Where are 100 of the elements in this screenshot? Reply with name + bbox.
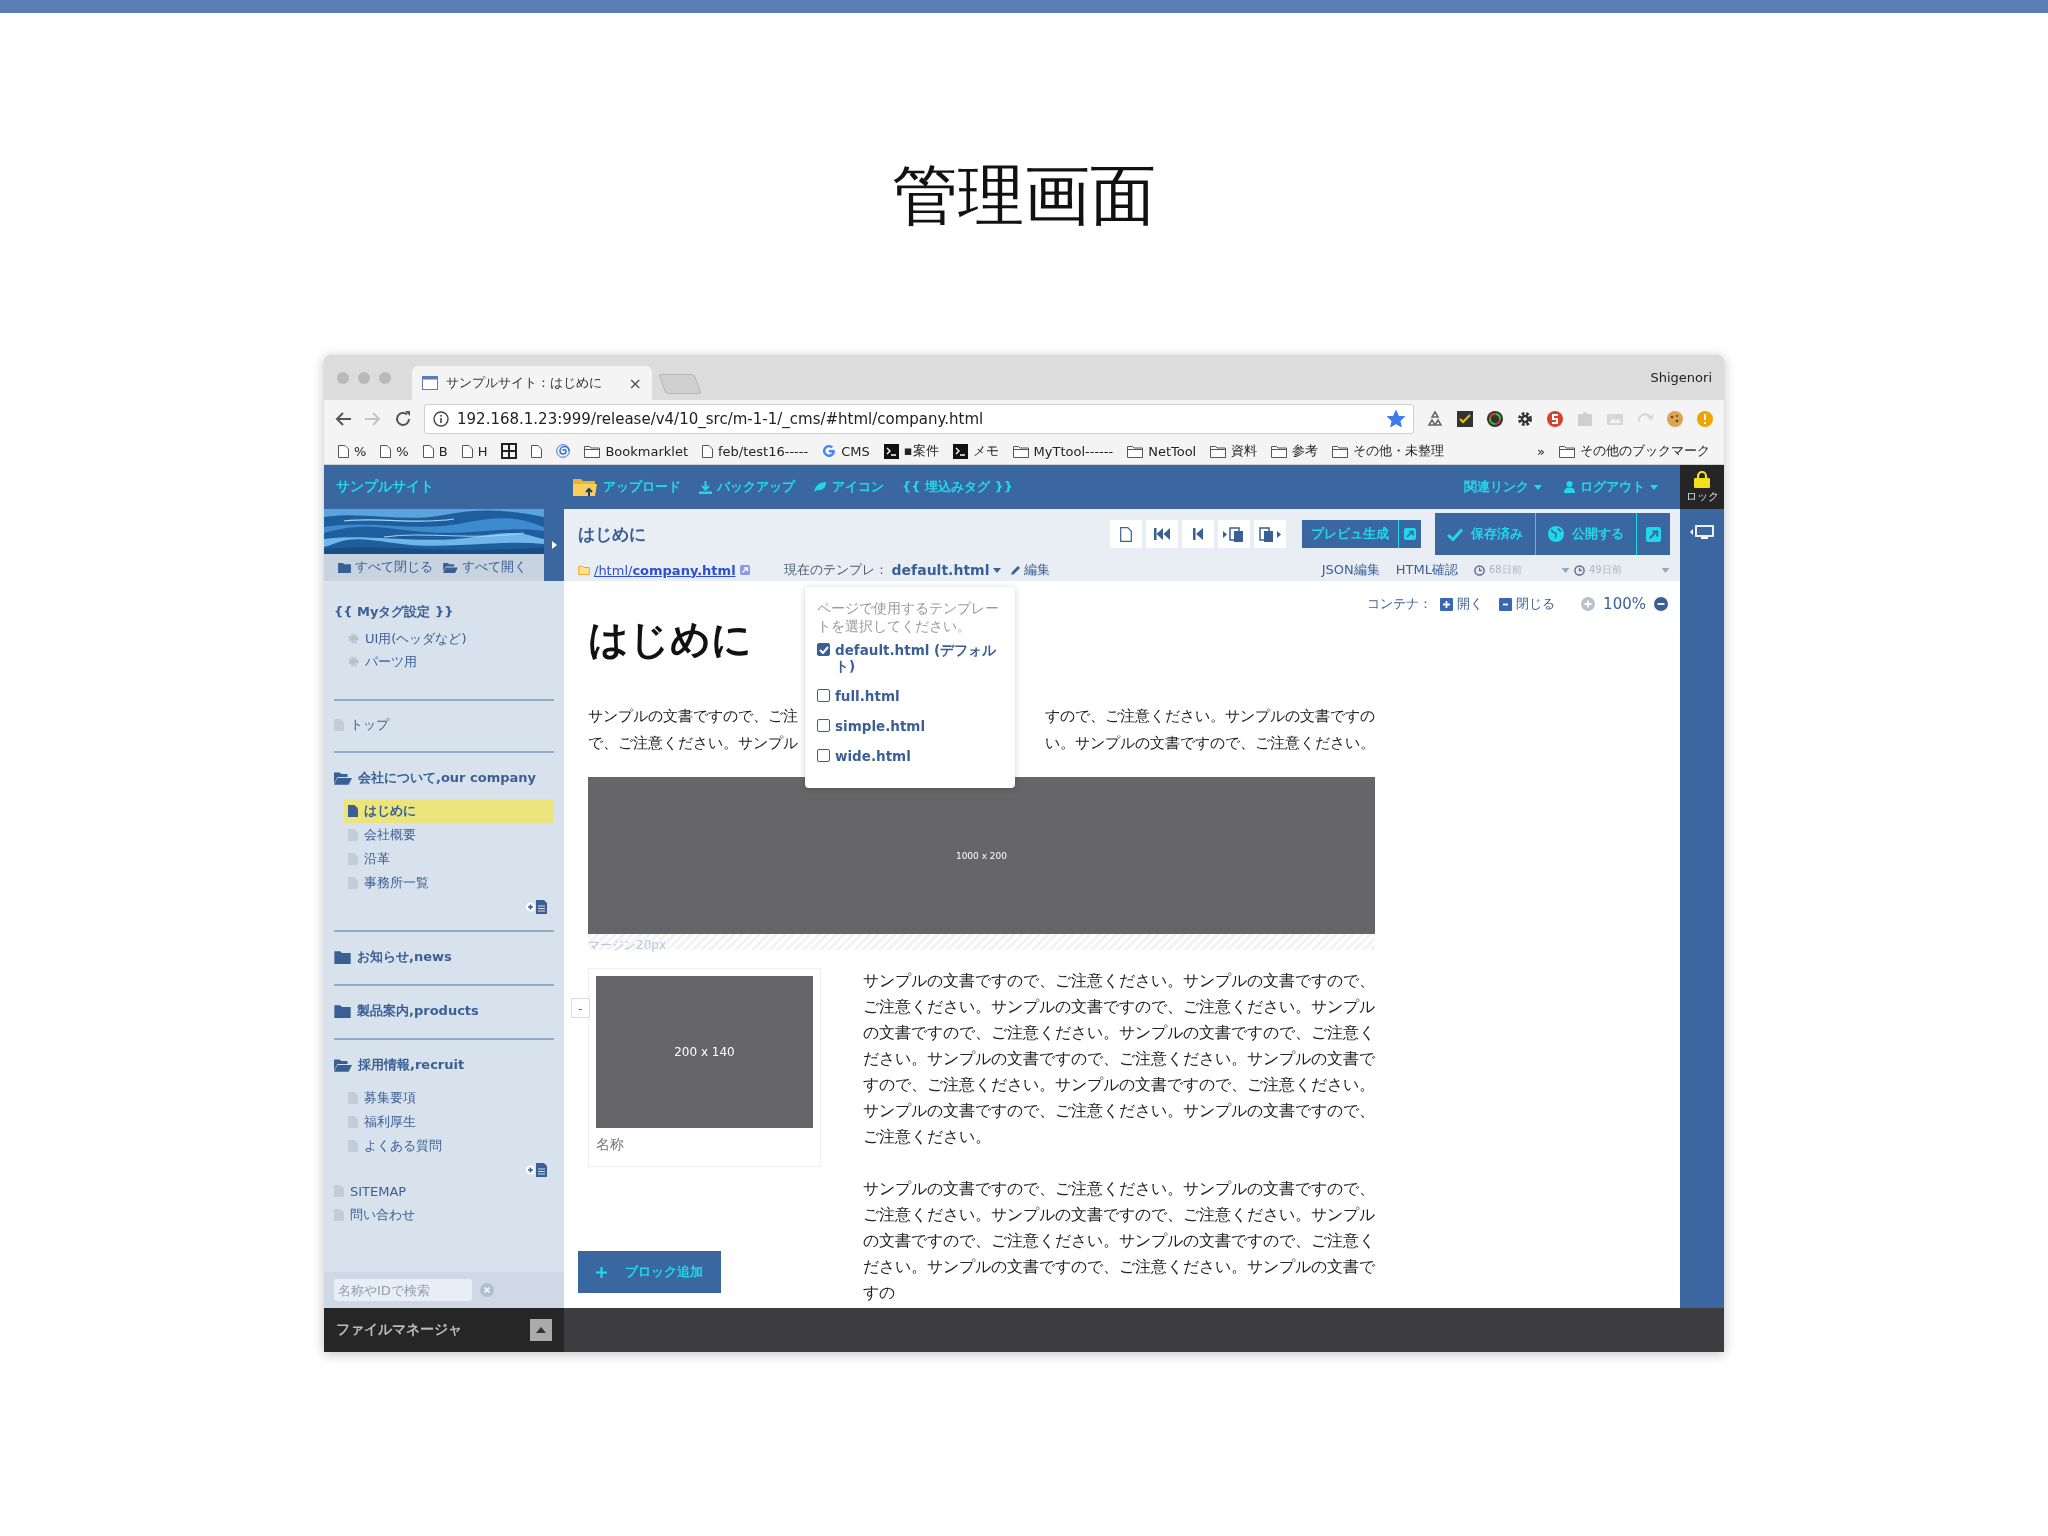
folder-item[interactable]: 採用情報,recruit	[334, 1052, 554, 1078]
bookmark[interactable]: Bookmarklet	[584, 443, 688, 459]
file-manager-title[interactable]: ファイルマネージャ	[336, 1321, 462, 1339]
template-dropdown[interactable]: default.html	[891, 562, 1002, 578]
publish-button[interactable]: 公開する	[1536, 513, 1637, 555]
tag-settings-link[interactable]: {{ Myタグ設定 }}	[334, 603, 554, 621]
open-preview-button[interactable]	[1398, 520, 1421, 548]
toolbar-link[interactable]: HTML確認	[1395, 561, 1458, 579]
bookmark[interactable]: 資料	[1210, 442, 1258, 460]
saved-button[interactable]: 保存済み	[1435, 513, 1536, 555]
bookmark[interactable]: %	[338, 443, 367, 459]
page-item[interactable]: 福利厚生	[344, 1110, 554, 1134]
site-name[interactable]: サンプルサイト	[324, 478, 564, 496]
tag-settings-item[interactable]: UI用(ヘッダなど)	[334, 627, 554, 650]
template-option[interactable]: wide.html	[817, 748, 1003, 764]
previous-button[interactable]	[1182, 520, 1214, 548]
open-site-button[interactable]	[1637, 513, 1670, 555]
checkbox-icon[interactable]	[1456, 410, 1474, 428]
close-tab-button[interactable]: ×	[628, 373, 642, 393]
address-bar[interactable]: 192.168.1.23:999/release/v4/10_src/m-1-1/_cms/#html/company.html	[424, 404, 1414, 434]
folder-icon	[1559, 444, 1575, 458]
collapse-button[interactable]: -	[571, 998, 590, 1018]
page-item[interactable]: トップ	[334, 713, 554, 737]
profile-name[interactable]: Shigenori	[1650, 370, 1712, 385]
cookie-icon[interactable]	[1666, 410, 1684, 428]
page-item[interactable]: SITEMAP	[334, 1179, 554, 1203]
page-icon	[1120, 526, 1132, 542]
add-block-button[interactable]: ブロック追加	[578, 1251, 721, 1293]
bookmark[interactable]: B	[422, 443, 448, 459]
page-item[interactable]: よくある質問	[344, 1134, 554, 1158]
add-page-icon[interactable]	[526, 1162, 548, 1177]
bookmark[interactable]: feb/test16-----	[702, 443, 809, 459]
collapse-containers-button[interactable]: 閉じる	[1499, 595, 1556, 613]
bookmark[interactable]: メモ	[952, 442, 999, 460]
expand-button[interactable]	[530, 1319, 552, 1341]
page-item[interactable]: 会社概要	[344, 823, 554, 847]
dropdown-menu[interactable]: ログアウト	[1564, 478, 1658, 496]
folder-item[interactable]: お知らせ,news	[334, 944, 554, 970]
bookmark[interactable]: CMS	[822, 443, 870, 459]
settings-icon[interactable]	[1516, 410, 1534, 428]
external-link-icon[interactable]	[739, 565, 750, 575]
page-item[interactable]: はじめに	[344, 799, 554, 823]
preview-panel-button[interactable]	[1690, 523, 1714, 541]
checkbox[interactable]	[817, 749, 830, 762]
tag-settings-item[interactable]: パーツ用	[334, 650, 554, 673]
expand-all-button[interactable]: すべて開く	[443, 559, 527, 576]
bookmark[interactable]: その他のブックマーク	[1559, 442, 1710, 460]
page-path-link[interactable]: /html/company.html	[594, 562, 736, 578]
browser-tab[interactable]: サンプルサイト : はじめに ×	[412, 366, 652, 400]
first-button[interactable]	[1146, 520, 1178, 548]
bookmark[interactable]: %	[380, 443, 409, 459]
paragraph-fragment: い。サンプルの文書ですので、ご注意ください。	[1045, 734, 1375, 753]
bookmark[interactable]: H	[461, 443, 488, 459]
move-out-button[interactable]	[1254, 520, 1286, 548]
template-option[interactable]: simple.html	[817, 718, 1003, 734]
color-wheel-icon[interactable]	[1486, 410, 1504, 428]
bookmark[interactable]: NetTool	[1127, 443, 1197, 459]
page-item[interactable]: 募集要項	[344, 1086, 554, 1110]
bookmark[interactable]	[531, 444, 543, 458]
new-page-button[interactable]	[1110, 520, 1142, 548]
nav-link[interactable]: アイコン	[813, 478, 884, 496]
toolbar-link[interactable]: JSON編集	[1321, 561, 1380, 579]
nav-link[interactable]: バックアップ	[699, 478, 795, 496]
collapse-all-button[interactable]: すべて閉じる	[338, 559, 433, 576]
lock-button[interactable]: ロック	[1680, 465, 1724, 509]
bookmark[interactable]: MyTtool------	[1012, 443, 1114, 459]
zoom-out-icon[interactable]	[1654, 597, 1668, 611]
template-option[interactable]: default.html (デフォルト)	[817, 642, 1003, 674]
template-option[interactable]: full.html	[817, 688, 1003, 704]
expand-containers-button[interactable]: 開く	[1440, 595, 1484, 613]
search-field[interactable]: 名称やIDで検索	[334, 1279, 472, 1301]
badge-icon[interactable]	[1546, 410, 1564, 428]
bookmark[interactable]	[501, 443, 518, 459]
checkbox[interactable]	[817, 643, 830, 656]
move-in-button[interactable]	[1218, 520, 1250, 548]
folder-item[interactable]: 製品案内,products	[334, 998, 554, 1024]
checkbox[interactable]	[817, 689, 830, 702]
bookmark[interactable]: その他・未整理	[1332, 442, 1445, 460]
skip-back-icon	[1154, 528, 1170, 540]
nav-link[interactable]: {{ 埋込みタグ }}	[902, 478, 1014, 496]
star-icon[interactable]	[1387, 410, 1405, 428]
page-item[interactable]: 問い合わせ	[334, 1203, 554, 1227]
folder-item[interactable]: 会社について,our company	[334, 765, 554, 791]
bookmark[interactable]: ▪案件	[883, 442, 939, 460]
add-page-icon[interactable]	[526, 899, 548, 914]
reload-icon[interactable]	[394, 410, 412, 428]
page-item[interactable]: 沿革	[344, 847, 554, 871]
more-bookmarks-button[interactable]: »	[1537, 443, 1545, 459]
checkbox[interactable]	[817, 719, 830, 732]
bookmark[interactable]: 参考	[1271, 442, 1319, 460]
dropdown-menu[interactable]: 関連リンク	[1464, 478, 1542, 496]
page-icon	[702, 444, 713, 458]
page-icon	[380, 444, 392, 458]
sidebar-toggle-button[interactable]	[544, 509, 564, 581]
nav-link[interactable]: アップロード	[572, 476, 681, 498]
back-icon[interactable]	[334, 411, 352, 427]
page-item[interactable]: 事務所一覧	[344, 871, 554, 895]
edit-template-link[interactable]: 編集	[1011, 561, 1051, 579]
preview-button[interactable]: プレビュ生成	[1302, 520, 1398, 548]
zoom-level: 100%	[1603, 595, 1646, 613]
